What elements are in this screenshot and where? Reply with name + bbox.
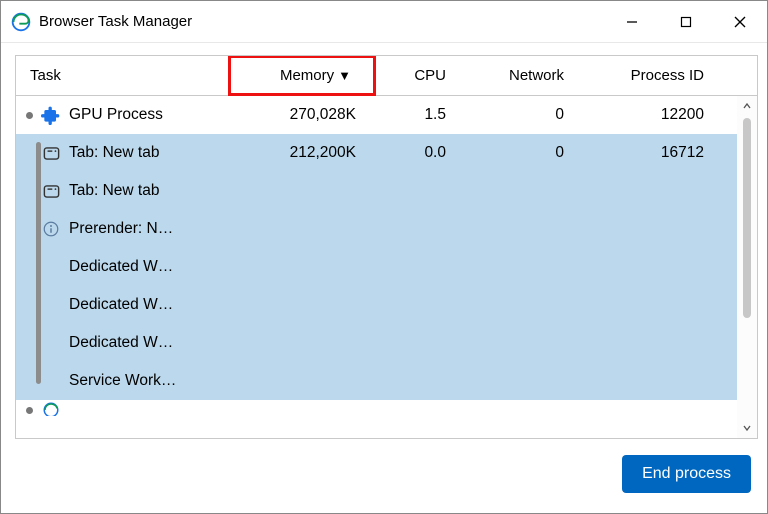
window-controls xyxy=(605,1,767,42)
group-bullet-icon xyxy=(26,407,33,414)
column-header-network[interactable]: Network xyxy=(458,56,576,95)
table-row[interactable]: Dedicated W… xyxy=(16,248,737,286)
window-title: Browser Task Manager xyxy=(39,13,605,30)
pid-cell: 12200 xyxy=(576,106,718,124)
rows-host: GPU Process270,028K1.5012200Tab: New tab… xyxy=(16,96,737,438)
table-row[interactable]: Prerender: N… xyxy=(16,210,737,248)
task-cell: GPU Process xyxy=(16,105,228,125)
column-header-memory[interactable]: Memory ▼ xyxy=(228,55,376,96)
cpu-cell: 0.0 xyxy=(376,144,458,162)
task-name: Service Work… xyxy=(69,372,176,390)
scrollbar-thumb[interactable] xyxy=(743,118,751,318)
task-name: Tab: New tab xyxy=(69,182,159,200)
puzzle-icon xyxy=(41,105,61,125)
memory-cell: 270,028K xyxy=(228,106,376,124)
task-cell: Service Work… xyxy=(16,371,228,391)
column-label: Network xyxy=(509,67,564,84)
table-row[interactable]: Dedicated W… xyxy=(16,286,737,324)
titlebar: Browser Task Manager xyxy=(1,1,767,43)
edge-icon xyxy=(11,12,31,32)
table-row[interactable]: Tab: New tab 212,200K0.0016712 xyxy=(16,134,737,172)
column-label: Task xyxy=(30,67,61,84)
table-row[interactable] xyxy=(16,400,737,416)
task-cell: Dedicated W… xyxy=(16,333,228,353)
column-label: Memory xyxy=(280,67,334,84)
column-label: Process ID xyxy=(631,67,704,84)
task-name: Tab: New tab xyxy=(69,144,159,162)
vertical-scrollbar[interactable] xyxy=(737,96,757,438)
table-row[interactable]: Tab: New tab xyxy=(16,172,737,210)
blank-icon xyxy=(41,257,61,277)
maximize-button[interactable] xyxy=(659,1,713,42)
table-row[interactable]: Dedicated W… xyxy=(16,324,737,362)
end-process-button[interactable]: End process xyxy=(622,455,751,493)
header-scroll-spacer xyxy=(718,56,738,95)
cpu-cell: 1.5 xyxy=(376,106,458,124)
footer: End process xyxy=(15,439,758,501)
blank-icon xyxy=(41,295,61,315)
task-cell: Dedicated W… xyxy=(16,295,228,315)
task-name: Dedicated W… xyxy=(69,258,173,276)
table-body: GPU Process270,028K1.5012200Tab: New tab… xyxy=(16,96,757,438)
network-cell: 0 xyxy=(458,144,576,162)
task-name: GPU Process xyxy=(69,106,163,124)
scrollbar-track[interactable] xyxy=(743,116,751,418)
table-header-row: Task Memory ▼ CPU Network Process ID xyxy=(16,56,757,96)
info-icon xyxy=(41,219,61,239)
scroll-down-arrow-icon[interactable] xyxy=(737,418,757,438)
minimize-button[interactable] xyxy=(605,1,659,42)
task-name: Dedicated W… xyxy=(69,334,173,352)
scroll-up-arrow-icon[interactable] xyxy=(737,96,757,116)
table-row[interactable]: Service Work… xyxy=(16,362,737,400)
column-label: CPU xyxy=(414,67,446,84)
tab-icon xyxy=(41,143,61,163)
memory-cell: 212,200K xyxy=(228,144,376,162)
content-area: Task Memory ▼ CPU Network Process ID GPU… xyxy=(1,43,767,513)
task-name: Dedicated W… xyxy=(69,296,173,314)
window: Browser Task Manager Task Memory ▼ CPU xyxy=(0,0,768,514)
blank-icon xyxy=(41,333,61,353)
column-header-process-id[interactable]: Process ID xyxy=(576,56,718,95)
column-header-cpu[interactable]: CPU xyxy=(376,56,458,95)
task-cell: Tab: New tab xyxy=(16,143,228,163)
task-cell: Tab: New tab xyxy=(16,181,228,201)
pid-cell: 16712 xyxy=(576,144,718,162)
close-button[interactable] xyxy=(713,1,767,42)
table-row[interactable]: GPU Process 270,028K1.5012200 xyxy=(16,96,737,134)
group-bullet-icon xyxy=(26,112,33,119)
task-table: Task Memory ▼ CPU Network Process ID GPU… xyxy=(15,55,758,439)
task-name: Prerender: N… xyxy=(69,220,173,238)
task-cell xyxy=(16,400,228,416)
sort-descending-icon: ▼ xyxy=(338,69,351,82)
edge-icon xyxy=(41,400,61,416)
process-group-bar xyxy=(36,142,41,384)
task-cell: Prerender: N… xyxy=(16,219,228,239)
network-cell: 0 xyxy=(458,106,576,124)
blank-icon xyxy=(41,371,61,391)
tab-icon xyxy=(41,181,61,201)
task-cell: Dedicated W… xyxy=(16,257,228,277)
column-header-task[interactable]: Task xyxy=(16,56,228,95)
